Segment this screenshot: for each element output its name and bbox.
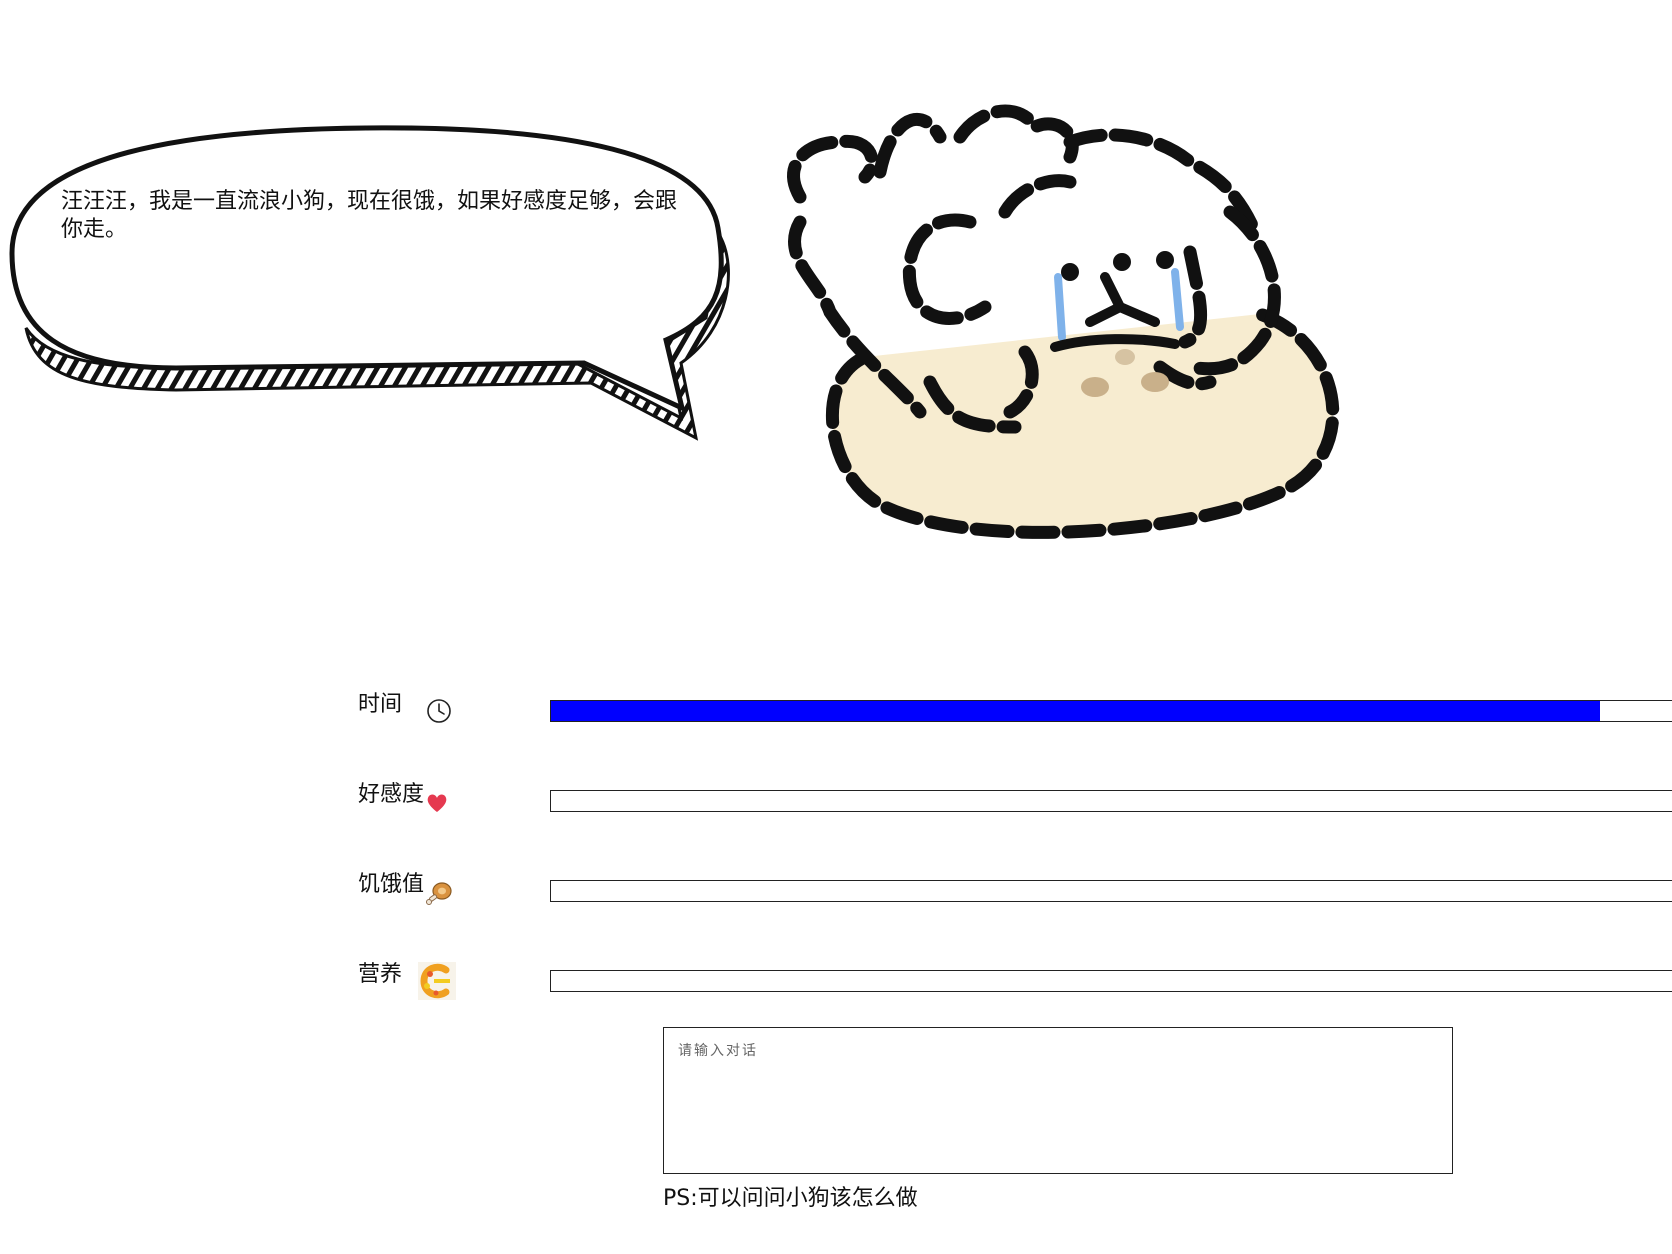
- stat-label-affection: 好感度: [358, 782, 425, 807]
- time-progress-fill: [551, 701, 1601, 721]
- clock-icon: [424, 696, 454, 726]
- heart-icon: [424, 790, 454, 820]
- hunger-progress-bar: [550, 880, 1672, 902]
- stat-label-hunger: 饥饿值: [358, 872, 425, 897]
- drumstick-icon: [424, 878, 454, 908]
- ps-hint-text: PS:可以问问小狗该怎么做: [663, 1186, 918, 1211]
- stat-label-time: 时间: [358, 692, 403, 717]
- nutrition-progress-bar: [550, 970, 1672, 992]
- dialog-input[interactable]: [663, 1027, 1453, 1174]
- stat-row-affection: 好感度: [358, 780, 1672, 820]
- time-progress-bar: [550, 700, 1672, 722]
- speech-bubble: 汪汪汪，我是一直流浪小狗，现在很饿，如果好感度足够，会跟你走。: [6, 118, 736, 458]
- vitamin-c-icon: [418, 962, 456, 1000]
- speech-bubble-outline: [9, 125, 730, 441]
- speech-bubble-text: 汪汪汪，我是一直流浪小狗，现在很饿，如果好感度足够，会跟你走。: [61, 189, 678, 242]
- stat-row-nutrition: 营养: [358, 960, 1672, 1000]
- stat-label-nutrition: 营养: [358, 962, 403, 987]
- stat-row-time: 时间: [358, 690, 1672, 730]
- crying-dog-illustration: [770, 82, 1410, 572]
- stat-row-hunger: 饥饿值: [358, 870, 1672, 910]
- affection-progress-bar: [550, 790, 1672, 812]
- dog-icon: [787, 104, 1340, 539]
